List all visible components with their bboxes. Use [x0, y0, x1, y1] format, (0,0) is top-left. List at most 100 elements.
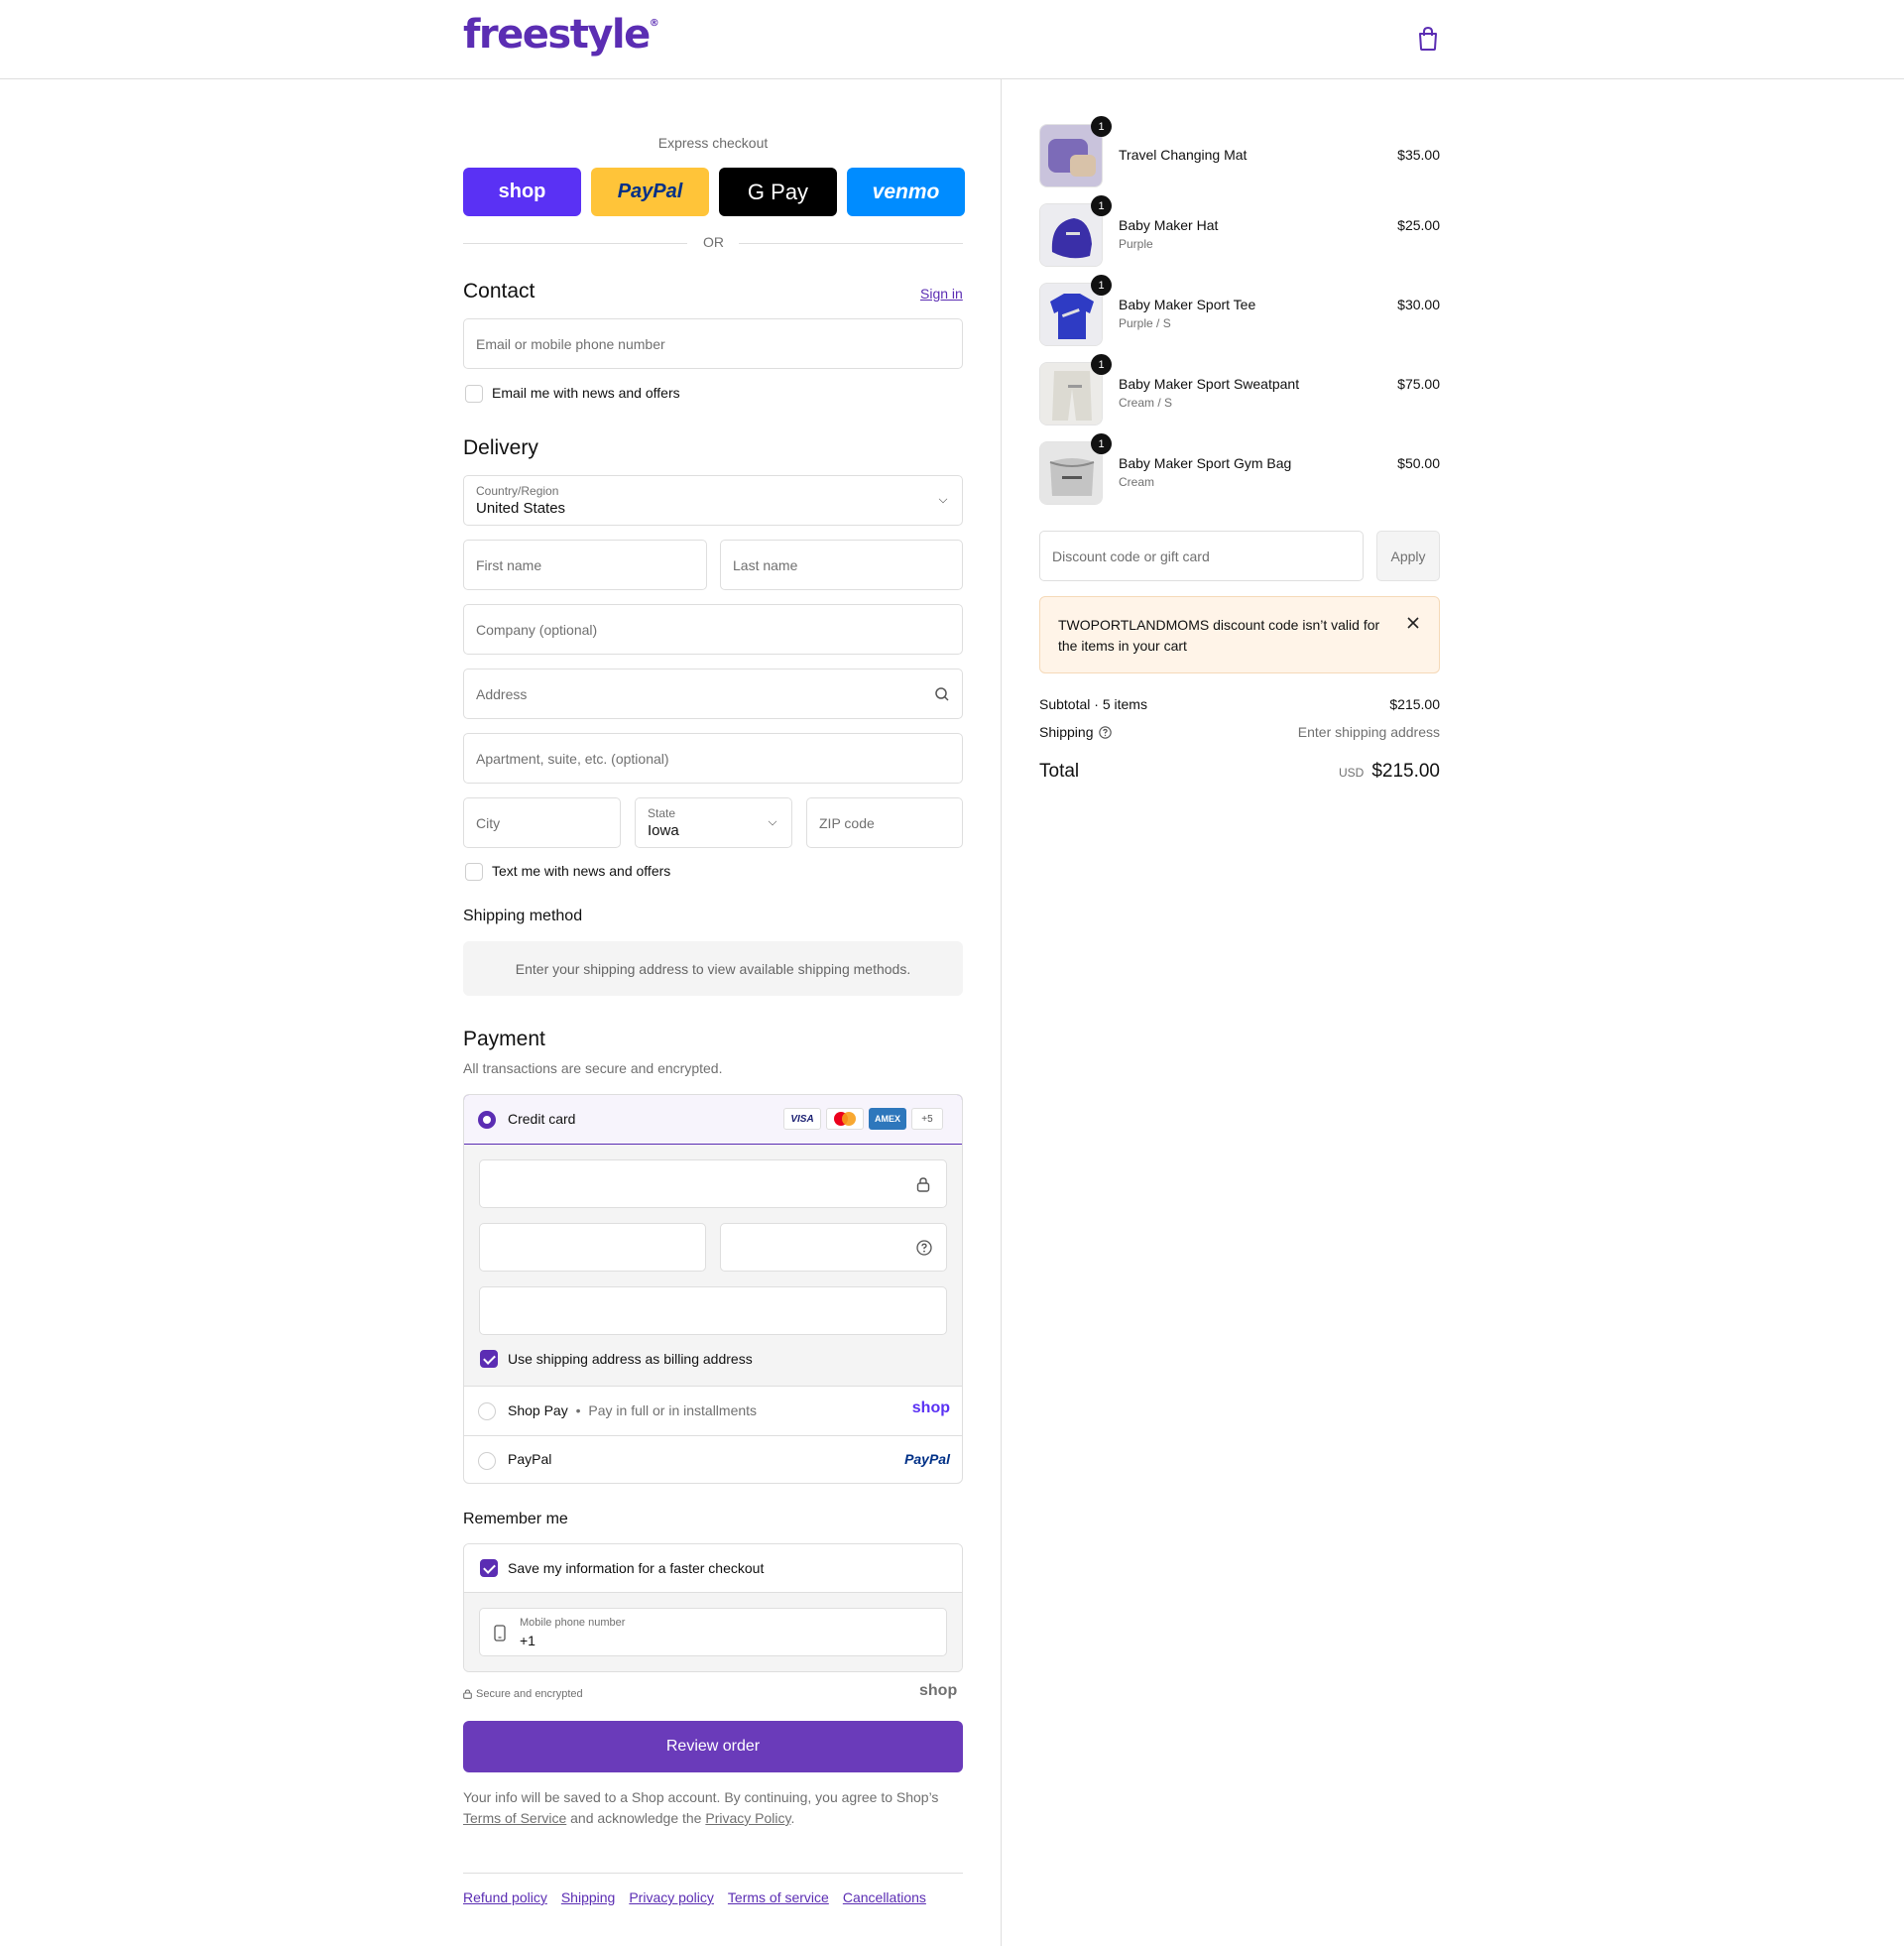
total-amount: USD $215.00: [1339, 761, 1440, 783]
item-variant: Cream / S: [1119, 396, 1173, 410]
discount-code-field[interactable]: Discount code or gift card: [1039, 531, 1364, 581]
privacy-policy-link[interactable]: Privacy policy: [629, 1889, 714, 1905]
shop-pay-sublabel: Pay in full or in installments: [588, 1402, 758, 1418]
shopping-bag-icon[interactable]: [1416, 26, 1440, 52]
save-info-checkbox[interactable]: [480, 1559, 498, 1577]
item-price: $50.00: [1397, 455, 1440, 471]
freestyle-logo[interactable]: freestyle®: [463, 12, 659, 58]
total-value: $215.00: [1371, 761, 1440, 782]
paypal-label: PayPal: [508, 1451, 552, 1467]
subtotal-label: Subtotal · 5 items: [1039, 696, 1147, 712]
quantity-badge: 1: [1091, 354, 1112, 375]
address-field[interactable]: Address: [463, 669, 963, 719]
amex-icon: AMEX: [869, 1108, 906, 1130]
first-name-field[interactable]: First name: [463, 540, 707, 590]
apply-discount-button[interactable]: Apply: [1376, 531, 1440, 581]
mobile-phone-icon: [494, 1625, 506, 1642]
logo-text: freestyle: [463, 12, 651, 58]
visa-text: VISA: [790, 1113, 814, 1125]
footer-links: Refund policy Shipping Privacy policy Te…: [463, 1889, 926, 1905]
shop-pay-radio[interactable]: [478, 1402, 496, 1420]
header: freestyle®: [0, 0, 1904, 79]
billing-same-label: Use shipping address as billing address: [508, 1351, 753, 1367]
cart-item: 1 Baby Maker Sport Tee Purple / S $30.00: [1039, 275, 1440, 346]
shop-pay-option[interactable]: Shop Pay • Pay in full or in installment…: [464, 1387, 962, 1436]
close-icon[interactable]: [1407, 617, 1419, 629]
refund-policy-link[interactable]: Refund policy: [463, 1889, 547, 1905]
item-name: Travel Changing Mat: [1119, 147, 1248, 163]
help-icon[interactable]: [1098, 725, 1112, 739]
state-select[interactable]: State Iowa: [635, 797, 792, 848]
visa-icon: VISA: [783, 1108, 821, 1130]
paypal-express-button[interactable]: PayPal: [591, 168, 709, 216]
divider-right: [739, 243, 963, 244]
security-code-field[interactable]: [720, 1223, 947, 1272]
paypal-radio[interactable]: [478, 1452, 496, 1470]
credit-card-option[interactable]: Credit card VISA AMEX +5: [464, 1095, 962, 1145]
discount-placeholder: Discount code or gift card: [1052, 547, 1210, 564]
review-order-label: Review order: [665, 1738, 761, 1755]
text-news-label: Text me with news and offers: [492, 863, 671, 879]
paypal-option[interactable]: PayPal PayPal: [464, 1436, 962, 1483]
last-name-field[interactable]: Last name: [720, 540, 963, 590]
city-field[interactable]: City: [463, 797, 621, 848]
shop-pay-express-button[interactable]: shop: [463, 168, 581, 216]
mastercard-icon: [826, 1108, 864, 1130]
more-cards-text: +5: [921, 1113, 933, 1125]
mobile-phone-field[interactable]: Mobile phone number +1: [479, 1608, 947, 1656]
country-value: United States: [476, 500, 566, 517]
currency-code: USD: [1338, 766, 1365, 780]
cart-item: 1 Travel Changing Mat $35.00: [1039, 116, 1440, 187]
billing-same-checkbox[interactable]: [480, 1350, 498, 1368]
discount-error-banner: TWOPORTLANDMOMS discount code isn’t vali…: [1039, 596, 1440, 673]
last-name-placeholder: Last name: [733, 556, 798, 573]
shipping-policy-link[interactable]: Shipping: [561, 1889, 616, 1905]
shipping-value: Enter shipping address: [1297, 724, 1440, 740]
paypal-logo: PayPal: [617, 181, 683, 202]
card-number-field[interactable]: [479, 1159, 947, 1208]
payment-heading: Payment: [463, 1028, 545, 1050]
credit-card-form: Use shipping address as billing address: [464, 1145, 962, 1387]
phone-section: Mobile phone number +1: [464, 1593, 962, 1671]
payment-subtitle: All transactions are secure and encrypte…: [463, 1060, 723, 1076]
sign-in-link[interactable]: Sign in: [920, 286, 963, 302]
text-news-checkbox[interactable]: [465, 863, 483, 881]
apply-label: Apply: [1390, 547, 1426, 564]
item-name: Baby Maker Sport Tee: [1119, 297, 1256, 312]
contact-heading: Contact: [463, 280, 536, 303]
legal-text: Your info will be saved to a Shop accoun…: [463, 1787, 963, 1829]
google-pay-logo: G Pay: [747, 179, 809, 204]
company-field[interactable]: Company (optional): [463, 604, 963, 655]
lock-icon: [916, 1177, 930, 1192]
cancellations-link[interactable]: Cancellations: [843, 1889, 926, 1905]
review-order-button[interactable]: Review order: [463, 1721, 963, 1772]
venmo-express-button[interactable]: venmo: [847, 168, 965, 216]
country-select[interactable]: Country/Region United States: [463, 475, 963, 526]
name-on-card-field[interactable]: [479, 1286, 947, 1335]
zip-field[interactable]: ZIP code: [806, 797, 963, 848]
cart-item: 1 Baby Maker Sport Gym Bag Cream $50.00: [1039, 433, 1440, 505]
separator-dot: •: [575, 1402, 581, 1418]
email-field[interactable]: Email or mobile phone number: [463, 318, 963, 369]
company-placeholder: Company (optional): [476, 621, 598, 638]
address-placeholder: Address: [476, 685, 528, 702]
expiration-date-field[interactable]: [479, 1223, 706, 1272]
terms-of-service-link[interactable]: Terms of service: [728, 1889, 829, 1905]
total-label: Total: [1039, 761, 1080, 782]
quantity-badge: 1: [1091, 195, 1112, 216]
quantity-badge: 1: [1091, 433, 1112, 454]
google-pay-express-button[interactable]: G Pay: [719, 168, 837, 216]
lock-icon: [463, 1689, 472, 1699]
cart-item: 1 Baby Maker Hat Purple $25.00: [1039, 195, 1440, 267]
help-icon[interactable]: [916, 1240, 932, 1256]
secure-encrypted-note: Secure and encrypted: [463, 1688, 583, 1700]
credit-card-radio[interactable]: [478, 1111, 496, 1129]
apartment-field[interactable]: Apartment, suite, etc. (optional): [463, 733, 963, 784]
shop-privacy-link[interactable]: Privacy Policy: [705, 1810, 790, 1826]
shop-terms-link[interactable]: Terms of Service: [463, 1810, 566, 1826]
divider-left: [463, 243, 687, 244]
item-variant: Purple: [1119, 237, 1153, 251]
save-info-row[interactable]: Save my information for a faster checkou…: [464, 1544, 962, 1593]
email-news-checkbox[interactable]: [465, 385, 483, 403]
item-price: $75.00: [1397, 376, 1440, 392]
